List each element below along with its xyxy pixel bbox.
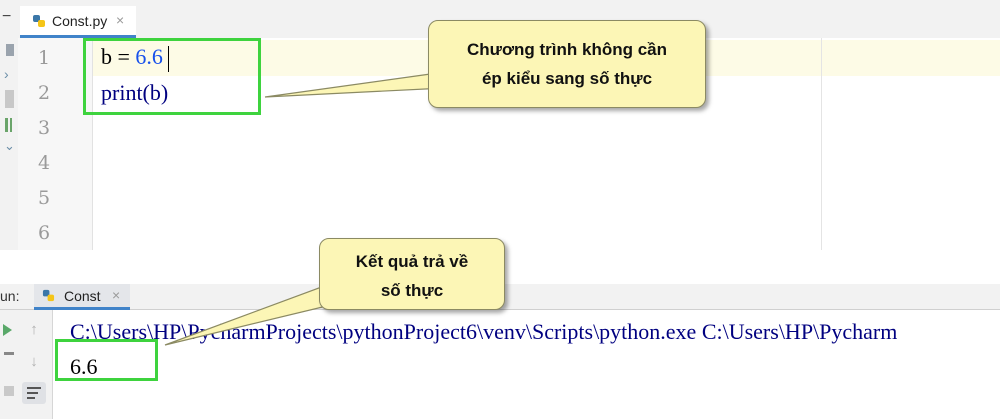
- output-highlight-box: [55, 339, 158, 381]
- wrench-icon[interactable]: [4, 352, 14, 355]
- close-icon[interactable]: ×: [116, 12, 124, 28]
- close-icon[interactable]: ×: [112, 287, 120, 303]
- up-arrow-icon[interactable]: ↑: [24, 320, 44, 340]
- tab-run-const[interactable]: Const ×: [34, 284, 130, 310]
- console-controls: ↑ ↓: [18, 310, 53, 419]
- line-number: 2: [38, 82, 51, 104]
- python-file-icon: [33, 15, 45, 27]
- callout-text: Chương trình không cần: [466, 40, 668, 59]
- line-number: 5: [38, 187, 51, 209]
- right-margin-guide: [821, 38, 822, 250]
- line-number-gutter: 1 2 3 4 5 6: [18, 38, 93, 250]
- run-label: un:: [0, 288, 20, 304]
- callout-text: số thực: [380, 281, 444, 300]
- stop-icon[interactable]: [4, 386, 14, 396]
- tab-label: Const.py: [52, 13, 108, 29]
- code-highlight-box: [83, 38, 261, 115]
- rerun-icon[interactable]: [3, 324, 12, 336]
- bookmarks-icon[interactable]: [5, 118, 15, 132]
- line-number: 4: [38, 152, 51, 174]
- chevron-right-icon[interactable]: ›: [4, 66, 9, 82]
- line-number: 3: [38, 117, 51, 139]
- line-number: 6: [38, 222, 51, 244]
- tool-strip: › ⌄: [0, 38, 19, 250]
- structure-icon[interactable]: [5, 90, 14, 108]
- callout-output-note: Kết quả trả về số thực: [319, 238, 505, 310]
- chevron-down-icon[interactable]: ⌄: [4, 138, 15, 154]
- tab-const-py[interactable]: Const.py ×: [20, 6, 136, 38]
- callout-text: ép kiểu sang số thực: [481, 69, 653, 88]
- run-controls: [0, 310, 19, 419]
- collapse-icon[interactable]: −: [2, 8, 11, 26]
- project-icon[interactable]: [6, 44, 14, 56]
- python-file-icon: [42, 289, 55, 302]
- callout-pointer: [264, 71, 446, 98]
- down-arrow-icon[interactable]: ↓: [24, 352, 44, 372]
- callout-text: Kết quả trả về: [355, 252, 469, 271]
- callout-editor-note: Chương trình không cần ép kiểu sang số t…: [428, 20, 706, 108]
- soft-wrap-icon[interactable]: [22, 382, 46, 404]
- line-number: 1: [38, 47, 51, 69]
- run-tab-label: Const: [64, 288, 101, 304]
